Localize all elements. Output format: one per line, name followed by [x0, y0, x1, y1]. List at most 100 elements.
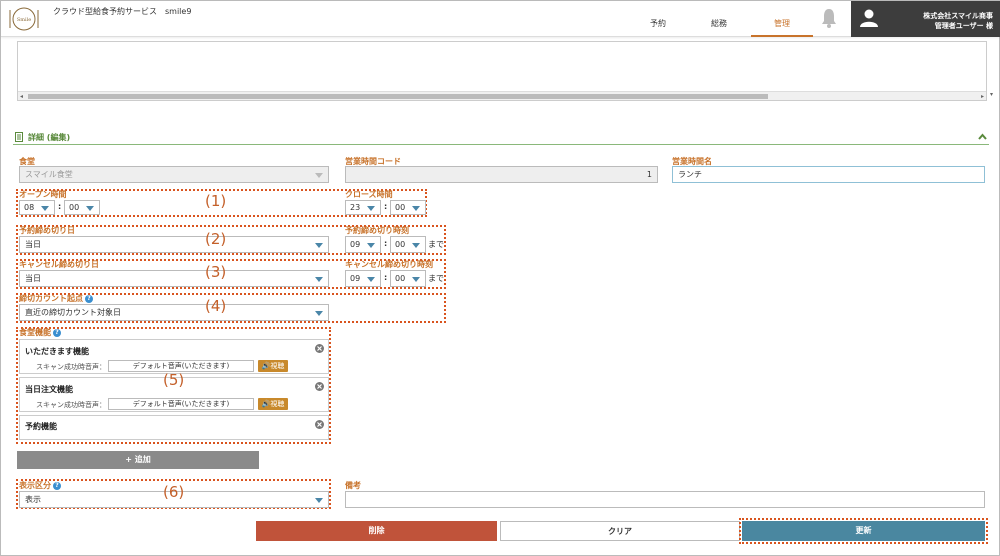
until-text: まで — [428, 274, 444, 283]
close-minute-value: 00 — [395, 203, 406, 212]
tab-admin[interactable]: 管理 — [751, 18, 813, 37]
app-title: クラウド型給食予約サービス smile9 — [53, 7, 192, 16]
section-title: 詳細 (編集) — [28, 133, 71, 142]
time-separator: : — [384, 202, 388, 211]
feature-title: 予約機能 — [25, 422, 57, 431]
reservation-deadline-hour-value: 09 — [350, 240, 361, 249]
open-hour-select[interactable]: 08 — [19, 200, 55, 215]
reservation-deadline-day-value: 当日 — [25, 240, 41, 249]
open-minute-select[interactable]: 00 — [64, 200, 100, 215]
feature-card-reservation: 予約機能 — [19, 415, 329, 440]
close-icon[interactable] — [315, 382, 324, 391]
tab-general[interactable]: 総務 — [701, 18, 737, 37]
cancel-deadline-hour-select[interactable]: 09 — [345, 270, 381, 287]
count-start-value: 直近の締切カウント対象日 — [25, 308, 121, 317]
display-label-text: 表示区分 — [19, 481, 51, 490]
update-button[interactable]: 更新 — [739, 518, 988, 544]
reservation-deadline-minute-select[interactable]: 00 — [390, 236, 426, 253]
help-icon[interactable]: ? — [85, 294, 93, 303]
bell-icon[interactable] — [819, 7, 839, 29]
cancel-deadline-minute-select[interactable]: 00 — [390, 270, 426, 287]
reservation-deadline-time-label: 予約締め切り時刻 — [345, 226, 409, 235]
scrollbar-thumb[interactable] — [28, 94, 768, 99]
sound-label: スキャン成功時音声： — [36, 363, 106, 371]
user-menu[interactable]: 株式会社スマイル商事 管理者ユーザー 様 — [851, 1, 1000, 37]
cancel-deadline-day-select[interactable]: 当日 — [19, 270, 329, 287]
close-hour-select[interactable]: 23 — [345, 200, 381, 215]
reservation-deadline-day-select[interactable]: 当日 — [19, 236, 329, 253]
close-minute-select[interactable]: 00 — [390, 200, 426, 215]
scroll-left-icon[interactable]: ◂ — [20, 92, 23, 101]
user-name: 管理者ユーザー 様 — [934, 22, 993, 30]
cafeteria-value: スマイル食堂 — [25, 170, 73, 179]
annotation-label-5: (5) — [163, 371, 185, 389]
chevron-down-icon — [86, 206, 94, 211]
count-start-label: 締切カウント起点? — [19, 293, 93, 304]
smile-logo-icon[interactable]: Smile — [7, 6, 41, 32]
time-separator: : — [384, 239, 388, 248]
close-icon[interactable] — [315, 420, 324, 429]
chevron-down-icon — [41, 206, 49, 211]
cancel-deadline-minute-value: 00 — [395, 274, 406, 283]
display-value: 表示 — [25, 495, 41, 504]
reservation-deadline-hour-select[interactable]: 09 — [345, 236, 381, 253]
tab-reservation[interactable]: 予約 — [641, 18, 675, 37]
notes-input[interactable] — [345, 491, 985, 508]
annotation-label-3: (3) — [205, 263, 227, 281]
close-icon[interactable] — [315, 344, 324, 353]
open-time-label: オープン時間 — [19, 190, 67, 199]
delete-button[interactable]: 削除 — [256, 521, 497, 541]
chevron-down-icon — [367, 206, 375, 211]
chevron-down-icon — [367, 243, 375, 248]
scroll-right-icon[interactable]: ▸ — [981, 92, 984, 101]
cafeteria-select: スマイル食堂 — [19, 166, 329, 183]
listen-label: 視聴 — [270, 362, 285, 370]
chevron-down-icon — [315, 498, 323, 503]
notes-label: 備考 — [345, 481, 361, 490]
count-start-label-text: 締切カウント起点 — [19, 294, 83, 303]
app-header: Smile クラウド型給食予約サービス smile9 予約 総務 管理 株式会社… — [1, 1, 1000, 37]
hours-code-value: 1 — [646, 170, 652, 179]
feature-card-itadakimasu: いただきます機能 スキャン成功時音声： デフォルト音声(いただきます) 🔊視聴 — [19, 339, 329, 374]
help-icon[interactable]: ? — [53, 481, 61, 490]
feature-title: いただきます機能 — [25, 347, 89, 356]
cancel-deadline-day-label: キャンセル締め切り日 — [19, 260, 99, 269]
sound-label: スキャン成功時音声： — [36, 401, 106, 409]
clear-button[interactable]: クリア — [500, 521, 740, 541]
chevron-down-icon — [412, 243, 420, 248]
display-label: 表示区分? — [19, 480, 61, 491]
annotation-label-2: (2) — [205, 230, 227, 248]
company-name: 株式会社スマイル商事 — [923, 12, 993, 20]
features-label: 食堂機能? — [19, 327, 61, 338]
count-start-select[interactable]: 直近の締切カウント対象日 — [19, 304, 329, 321]
cancel-deadline-hour-value: 09 — [350, 274, 361, 283]
annotation-label-6: (6) — [163, 483, 185, 501]
listen-label: 視聴 — [270, 400, 285, 408]
section-header: 詳細 (編集) — [13, 131, 989, 145]
scroll-down-icon[interactable]: ▾ — [990, 91, 993, 98]
add-feature-button[interactable]: + 追加 — [17, 451, 259, 469]
time-separator: : — [384, 273, 388, 282]
listen-button[interactable]: 🔊視聴 — [258, 398, 288, 410]
list-table-area[interactable]: ◂ ▸ — [17, 41, 987, 101]
chevron-down-icon — [315, 243, 323, 248]
reservation-deadline-day-label: 予約締め切り日 — [19, 226, 75, 235]
sound-select[interactable]: デフォルト音声(いただきます) — [108, 398, 254, 410]
chevron-down-icon — [367, 277, 375, 282]
until-text: まで — [428, 240, 444, 249]
feature-title: 当日注文機能 — [25, 385, 73, 394]
user-avatar-icon — [860, 9, 878, 27]
hours-code-field: 1 — [345, 166, 658, 183]
edit-document-icon — [15, 132, 23, 142]
cancel-deadline-time-label: キャンセル締め切り時刻 — [345, 260, 433, 269]
chevron-down-icon — [412, 277, 420, 282]
help-icon[interactable]: ? — [53, 328, 61, 337]
reservation-deadline-minute-value: 00 — [395, 240, 406, 249]
chevron-down-icon — [315, 173, 323, 178]
close-time-label: クローズ時間 — [345, 190, 393, 199]
listen-button[interactable]: 🔊視聴 — [258, 360, 288, 372]
hours-name-input[interactable]: ランチ — [672, 166, 985, 183]
chevron-up-icon[interactable] — [978, 133, 987, 141]
close-hour-value: 23 — [350, 203, 361, 212]
horizontal-scrollbar[interactable]: ◂ ▸ — [18, 91, 986, 100]
